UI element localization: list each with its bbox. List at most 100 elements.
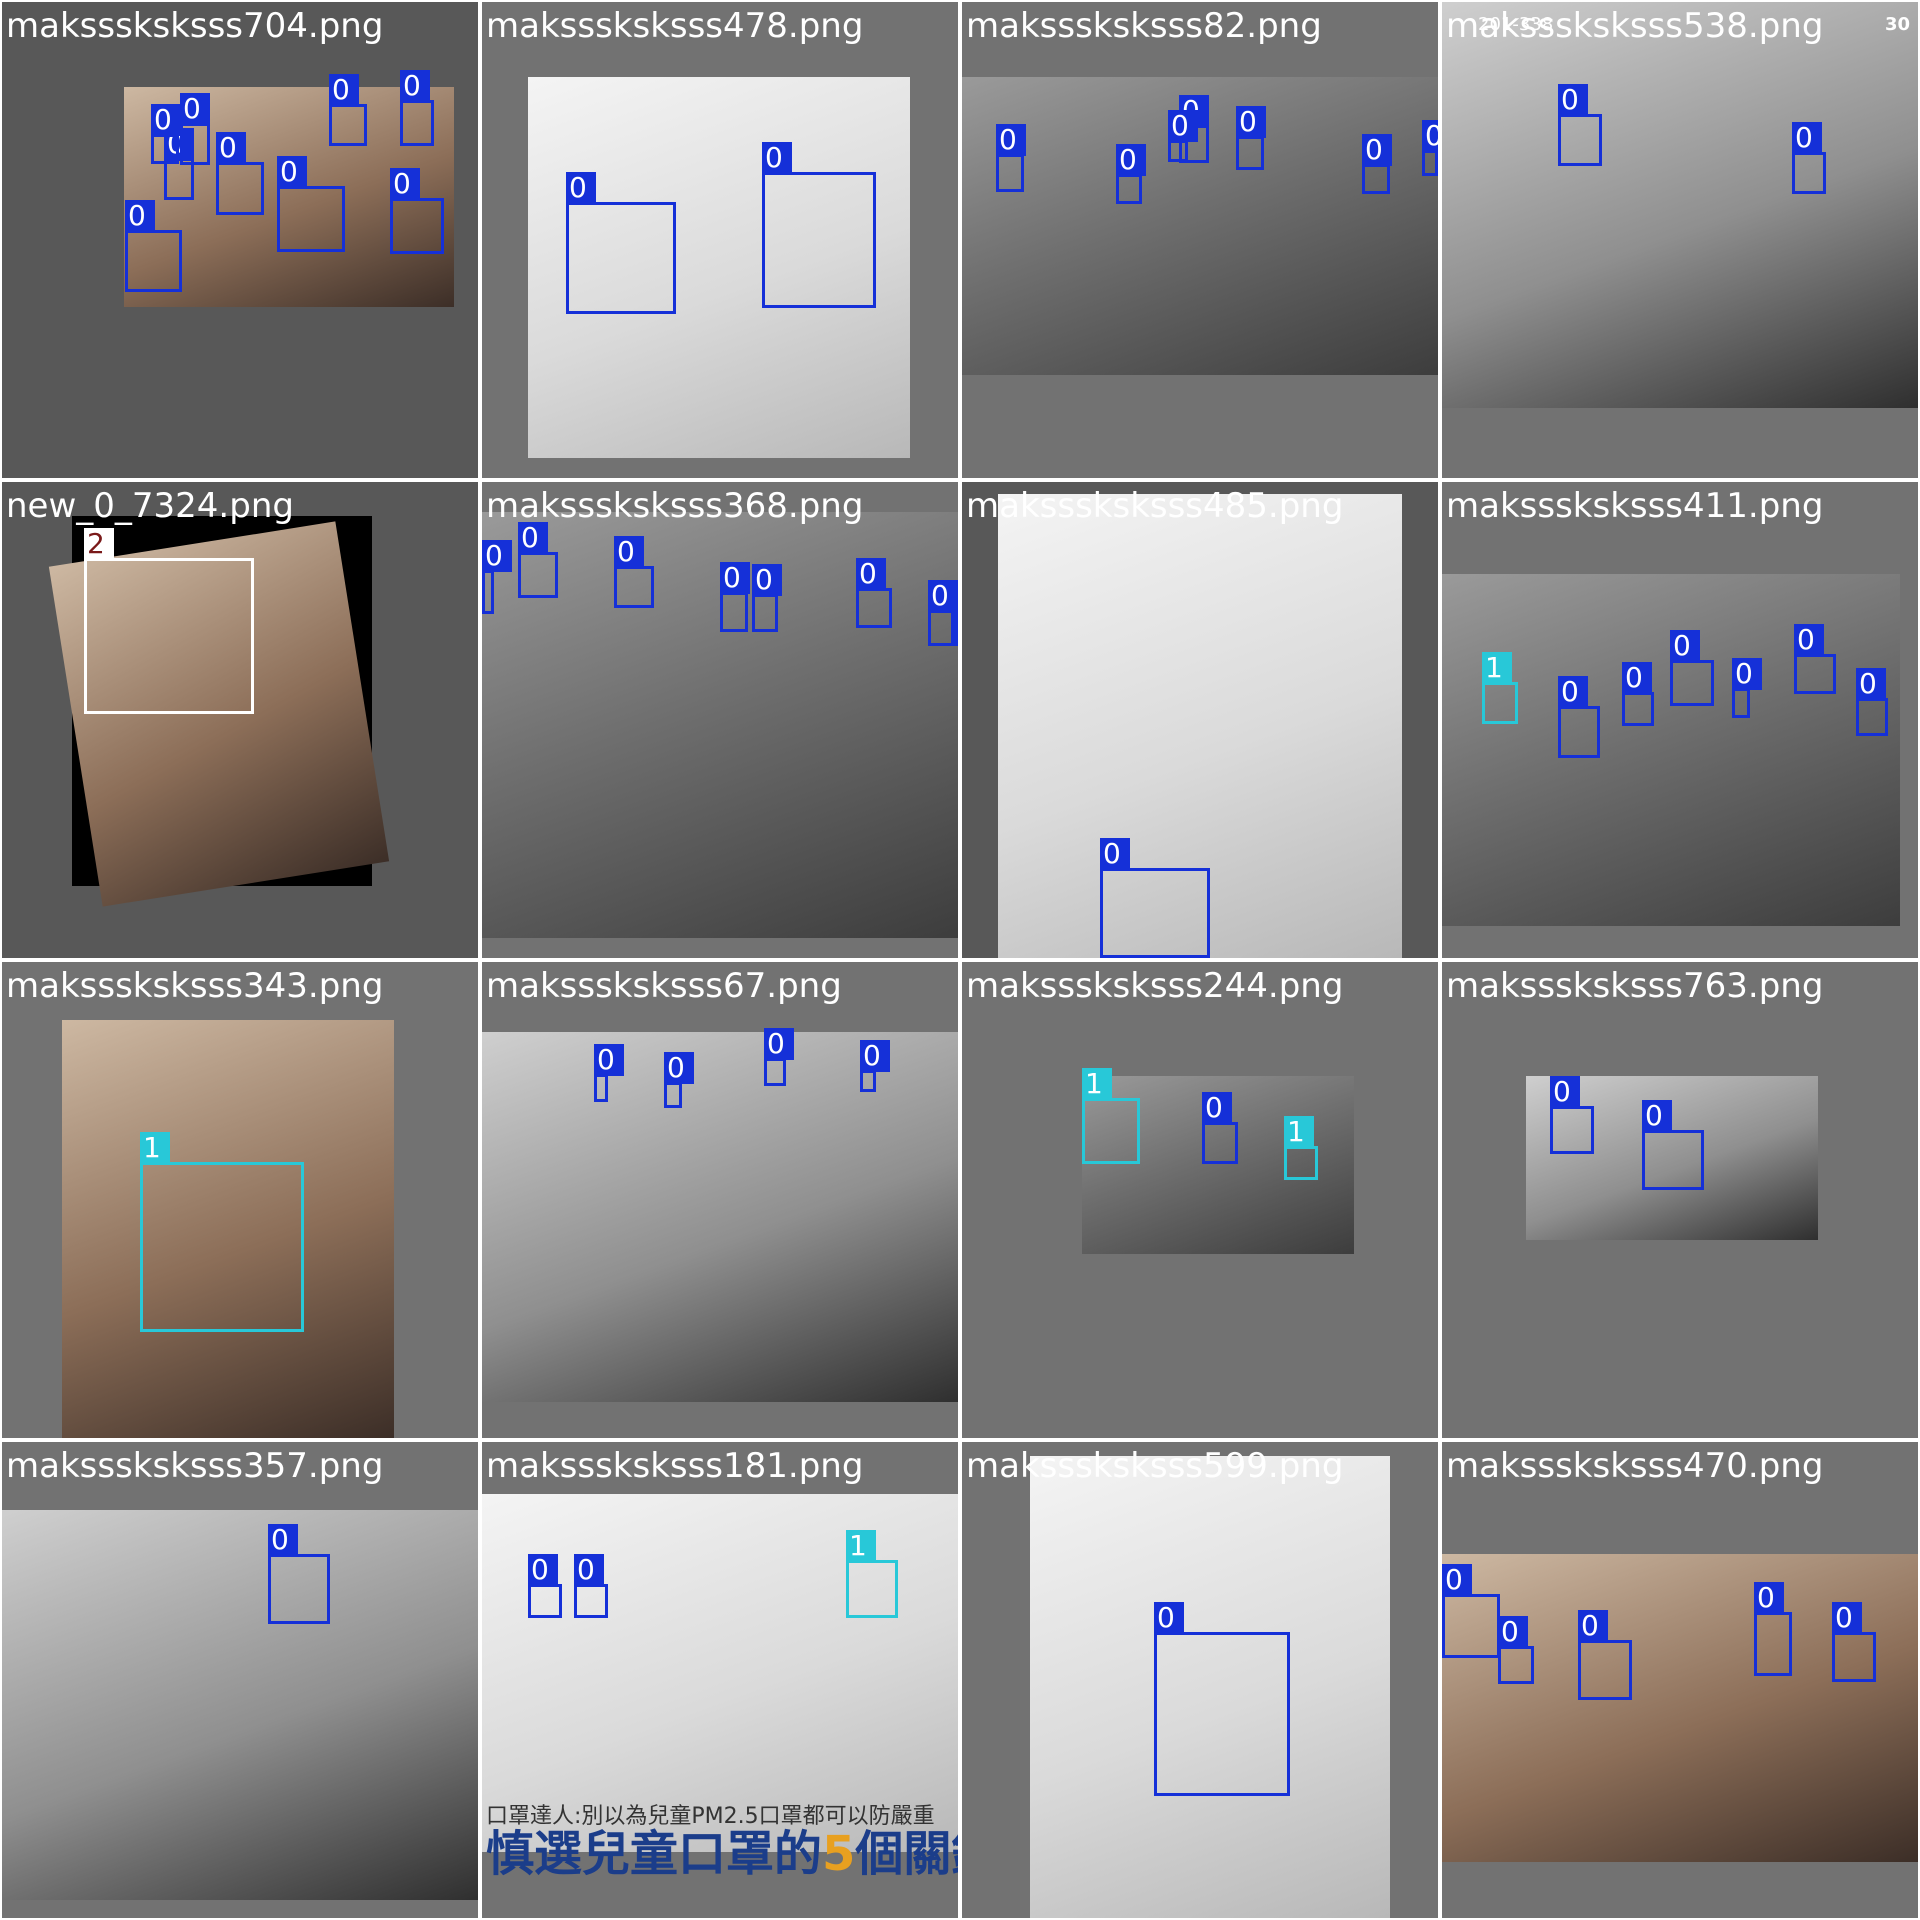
class-label: 1 (846, 1530, 876, 1562)
class-label: 2 (84, 528, 114, 560)
image-tile-343[interactable]: maksssksksss343.png 1 (2, 962, 478, 1438)
detection-box: 1 (1482, 652, 1518, 724)
detection-box: 0 (1754, 1582, 1792, 1676)
class-label: 0 (1550, 1076, 1580, 1108)
detection-box: 0 (151, 104, 181, 164)
detection-box: 0 (1732, 658, 1762, 718)
detection-box: 0 (1558, 84, 1602, 166)
banner-title-prefix: 慎選兒童口罩的 (486, 1826, 823, 1882)
image-tile-244[interactable]: maksssksksss244.png 1 0 1 (962, 962, 1438, 1438)
image-tile-763[interactable]: maksssksksss763.png 0 0 (1442, 962, 1918, 1438)
detection-box: 1 (846, 1530, 898, 1618)
image-tile-470[interactable]: maksssksksss470.png 0 0 0 0 0 (1442, 1442, 1918, 1918)
class-label: 0 (1558, 84, 1588, 116)
class-label: 0 (1670, 630, 1700, 662)
detection-box: 0 (954, 580, 958, 646)
class-label: 0 (594, 1044, 624, 1076)
detection-box: 0 (574, 1554, 608, 1618)
image-tile-7324[interactable]: new_0_7324.png 2 (2, 482, 478, 958)
class-label: 1 (1082, 1068, 1112, 1100)
detection-box: 0 (664, 1052, 694, 1108)
tile-photo (2, 1510, 478, 1900)
class-label: 0 (1622, 662, 1652, 694)
detection-box: 0 (390, 168, 444, 254)
tile-filename: maksssksksss478.png (486, 6, 864, 46)
class-label: 0 (216, 132, 246, 164)
detection-box: 0 (1236, 106, 1266, 170)
tile-photo (482, 1032, 958, 1402)
detection-box: 0 (928, 580, 958, 646)
class-label: 0 (518, 522, 548, 554)
class-label: 0 (125, 200, 155, 232)
image-tile-478[interactable]: maksssksksss478.png 0 0 (482, 2, 958, 478)
class-label: 0 (1856, 668, 1886, 700)
class-label: 0 (566, 172, 596, 204)
image-tile-599[interactable]: maksssksksss599.png 0 (962, 1442, 1438, 1918)
tile-filename: maksssksksss343.png (6, 966, 384, 1006)
class-label: 0 (856, 558, 886, 590)
detection-box: 0 (1550, 1076, 1594, 1154)
class-label: 0 (329, 74, 359, 106)
tile-photo (1442, 574, 1900, 926)
tile-filename: maksssksksss67.png (486, 966, 842, 1006)
class-label: 0 (1236, 106, 1266, 138)
detection-box: 0 (1794, 624, 1836, 694)
class-label: 0 (1642, 1100, 1672, 1132)
tile-filename: maksssksksss599.png (966, 1446, 1344, 1486)
detection-box: 0 (1832, 1602, 1876, 1682)
detection-box: 0 (400, 70, 434, 146)
detection-box: 1 (1284, 1116, 1318, 1180)
detection-box: 0 (1856, 668, 1888, 736)
detection-box: 0 (482, 540, 512, 614)
image-tile-357[interactable]: maksssksksss357.png 0 (2, 1442, 478, 1918)
detection-box: 0 (277, 156, 345, 252)
detection-box: 2 (84, 528, 254, 714)
class-label: 0 (1422, 120, 1438, 152)
tile-filename: maksssksksss244.png (966, 966, 1344, 1006)
tile-filename: maksssksksss538.png (1446, 6, 1824, 46)
class-label: 0 (1362, 134, 1392, 166)
tile-filename: maksssksksss704.png (6, 6, 384, 46)
detection-box: 0 (216, 132, 264, 215)
class-label: 0 (151, 104, 181, 136)
detection-box: 0 (1642, 1100, 1704, 1190)
image-tile-411[interactable]: maksssksksss411.png 1 0 0 0 0 0 0 (1442, 482, 1918, 958)
class-label: 0 (664, 1052, 694, 1084)
detection-box: 0 (1578, 1610, 1632, 1700)
detection-box: 0 (329, 74, 367, 146)
class-label: 0 (996, 124, 1026, 156)
class-label: 0 (390, 168, 420, 200)
class-label: 1 (1284, 1116, 1314, 1148)
class-label: 0 (1794, 624, 1824, 656)
tile-filename: maksssksksss82.png (966, 6, 1322, 46)
image-tile-368[interactable]: maksssksksss368.png 0 0 0 0 0 0 0 0 0 (482, 482, 958, 958)
class-label: 0 (268, 1524, 298, 1556)
image-tile-538[interactable]: 201-338 30 maksssksksss538.png 0 0 (1442, 2, 1918, 478)
image-tile-82[interactable]: maksssksksss82.png 0 0 0 0 0 0 0 (962, 2, 1438, 478)
class-label: 0 (1498, 1616, 1528, 1648)
class-label: 0 (720, 562, 750, 594)
image-tile-181[interactable]: 口罩達人:別以為兒童PM2.5口罩都可以防嚴重 慎選兒童口罩的5個關鍵 maks… (482, 1442, 958, 1918)
class-label: 0 (764, 1028, 794, 1060)
detection-box: 0 (268, 1524, 330, 1624)
banner-title-highlight: 5 (822, 1826, 856, 1882)
detection-mosaic: maksssksksss704.png 0 0 0 0 0 0 0 0 0 ma… (0, 0, 1920, 1920)
image-tile-67[interactable]: maksssksksss67.png 0 0 0 0 (482, 962, 958, 1438)
class-label: 0 (614, 536, 644, 568)
detection-box: 0 (1442, 1564, 1500, 1658)
class-label: 0 (1732, 658, 1762, 690)
detection-box: 0 (1792, 122, 1826, 194)
tile-filename: maksssksksss411.png (1446, 486, 1824, 526)
class-label: 1 (140, 1132, 170, 1164)
image-tile-485[interactable]: maksssksksss485.png 0 (962, 482, 1438, 958)
detection-box: 0 (1558, 676, 1600, 758)
class-label: 0 (860, 1040, 890, 1072)
class-label: 0 (1754, 1582, 1784, 1614)
tile-filename: new_0_7324.png (6, 486, 294, 526)
class-label: 0 (1100, 838, 1130, 870)
image-tile-704[interactable]: maksssksksss704.png 0 0 0 0 0 0 0 0 0 (2, 2, 478, 478)
detection-box: 1 (140, 1132, 304, 1332)
detection-box: 0 (528, 1554, 562, 1618)
tile-filename: maksssksksss470.png (1446, 1446, 1824, 1486)
class-label: 0 (1558, 676, 1588, 708)
